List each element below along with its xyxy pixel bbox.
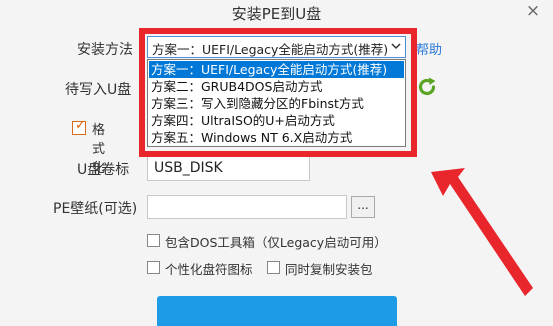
window-title: 安装PE到U盘 xyxy=(231,5,322,23)
dos-toolbox-checkbox-label: 包含DOS工具箱（仅Legacy启动可用） xyxy=(165,235,387,250)
help-link[interactable]: 帮助 xyxy=(416,39,442,58)
chevron-down-icon[interactable] xyxy=(391,41,401,51)
checkmark-icon: ✓ xyxy=(75,118,86,133)
dropdown-option-2[interactable]: 方案二：GRUB4DOS启动方式 xyxy=(149,78,404,95)
annotation-arrow-icon xyxy=(431,168,533,296)
install-method-selected-value: 方案一：UEFI/Legacy全能启动方式(推荐) xyxy=(152,42,389,57)
wallpaper-label: PE壁纸(可选) xyxy=(53,201,138,217)
install-method-label: 安装方法 xyxy=(77,42,133,58)
refresh-icon[interactable] xyxy=(416,76,438,98)
format-checkbox-box[interactable]: ✓ xyxy=(72,118,86,135)
custom-icon-checkbox-label: 个性化盘符图标 xyxy=(165,262,253,277)
close-icon[interactable]: × xyxy=(525,3,541,20)
wallpaper-path-input[interactable] xyxy=(147,195,347,219)
dropdown-option-1[interactable]: 方案一：UEFI/Legacy全能启动方式(推荐) xyxy=(149,61,404,78)
dropdown-option-3[interactable]: 方案三：写入到隐藏分区的Fbinst方式 xyxy=(149,95,404,112)
dropdown-option-4[interactable]: 方案四：UltraISO的U+启动方式 xyxy=(149,112,404,129)
dropdown-option-5[interactable]: 方案五：Windows NT 6.X启动方式 xyxy=(149,129,404,146)
volume-label-value: USB_DISK xyxy=(154,160,223,176)
custom-icon-checkbox-box[interactable] xyxy=(147,261,160,274)
install-button[interactable] xyxy=(157,296,397,326)
volume-label-input[interactable]: USB_DISK xyxy=(147,155,310,181)
copy-installer-checkbox-label: 同时复制安装包 xyxy=(285,262,373,277)
dos-toolbox-checkbox-box[interactable] xyxy=(147,234,160,247)
install-method-dropdown: 方案一：UEFI/Legacy全能启动方式(推荐) 方案二：GRUB4DOS启动… xyxy=(147,59,406,147)
browse-button[interactable]: ... xyxy=(351,196,375,218)
copy-installer-checkbox-box[interactable] xyxy=(267,261,280,274)
format-checkbox-label: 格式化 xyxy=(92,123,106,176)
target-disk-label: 待写入U盘 xyxy=(65,82,132,98)
install-method-select[interactable]: 方案一：UEFI/Legacy全能启动方式(推荐) xyxy=(147,36,406,58)
